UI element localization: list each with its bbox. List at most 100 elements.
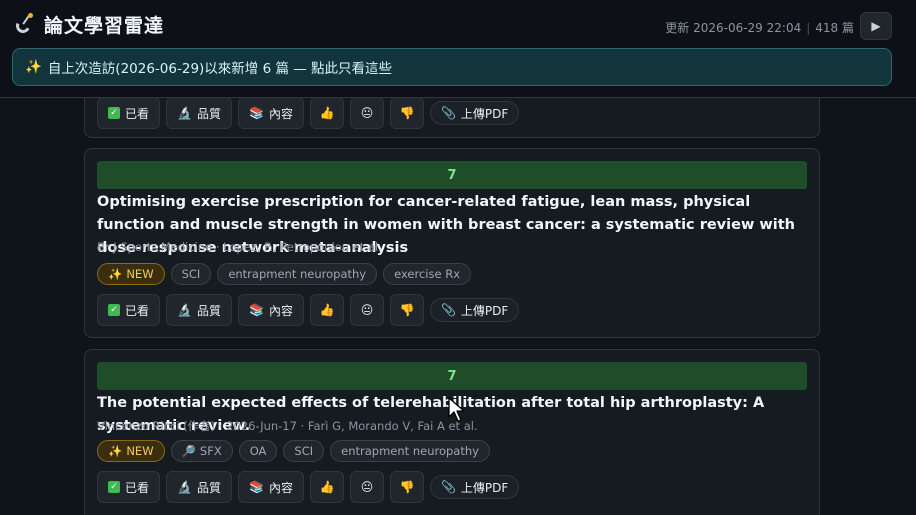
thumbs-up-button[interactable]: 👍 xyxy=(309,294,344,326)
tag-label: SCI xyxy=(181,267,201,281)
neutral-button[interactable]: 😐 xyxy=(349,97,384,129)
paper-authors: Br J Sports Medicine · Lopez, P., Petrop… xyxy=(97,240,382,254)
meta-divider: | xyxy=(806,20,811,35)
thumbs-up-icon: 👍 xyxy=(319,303,335,317)
tag[interactable]: SCI xyxy=(283,440,325,462)
magnifier-icon: 🔎 xyxy=(181,444,196,458)
check-icon: ✓ xyxy=(108,481,120,493)
neutral-button[interactable]: 😐 xyxy=(349,471,384,503)
tag-label: NEW xyxy=(126,267,154,281)
card-actions: ✓ 已看 🔬 品質 📚 內容 👍 😐 👎 📎 上傳PDF xyxy=(97,294,520,326)
books-icon: 📚 xyxy=(248,480,264,494)
seen-button[interactable]: ✓ 已看 xyxy=(97,294,161,326)
sparkles-icon: ✨ xyxy=(108,444,123,458)
upload-pdf-button[interactable]: 📎 上傳PDF xyxy=(429,101,520,125)
thumbs-down-button[interactable]: 👎 xyxy=(389,294,424,326)
brand: 論文學習雷達 xyxy=(14,11,164,37)
tag[interactable]: exercise Rx xyxy=(383,263,472,285)
sparkles-icon: ✨ xyxy=(108,267,123,281)
thumbs-down-icon: 👎 xyxy=(399,106,415,120)
thumbs-down-button[interactable]: 👎 xyxy=(389,97,424,129)
upload-pdf-label: 上傳PDF xyxy=(460,480,509,495)
card-actions: ✓ 已看 🔬 品質 📚 內容 👍 😐 👎 📎 上傳PDF xyxy=(97,471,520,503)
tag[interactable]: entrapment neuropathy xyxy=(217,263,378,285)
seen-button[interactable]: ✓ 已看 xyxy=(97,97,161,129)
content-label: 內容 xyxy=(268,480,293,495)
microscope-icon: 🔬 xyxy=(177,480,192,494)
check-icon: ✓ xyxy=(108,107,120,119)
tag-list: ✨ NEW SCI entrapment neuropathy exercise … xyxy=(97,263,472,285)
neutral-face-icon: 😐 xyxy=(360,303,374,317)
content-button[interactable]: 📚 內容 xyxy=(237,97,304,129)
paper-authors: Vincenzo Ricci (作者) · 2026-Jun-17 · Farì… xyxy=(97,419,478,433)
neutral-button[interactable]: 😐 xyxy=(349,294,384,326)
tag-label: exercise Rx xyxy=(394,267,461,281)
app-title: 論文學習雷達 xyxy=(44,14,165,37)
seen-button[interactable]: ✓ 已看 xyxy=(97,471,161,503)
upload-pdf-button[interactable]: 📎 上傳PDF xyxy=(429,475,520,499)
new-since-banner[interactable]: ✨ 自上次造訪(2026-06-29)以來新增 6 篇 — 點此只看這些 xyxy=(12,48,892,86)
banner-text: 自上次造訪(2026-06-29)以來新增 6 篇 — 點此只看這些 xyxy=(47,61,393,77)
content-label: 內容 xyxy=(268,106,293,121)
thumbs-down-button[interactable]: 👎 xyxy=(389,471,424,503)
satellite-dish-icon xyxy=(14,13,36,35)
tag-label: OA xyxy=(249,444,267,458)
new-tag: ✨ NEW xyxy=(97,440,165,462)
microscope-icon: 🔬 xyxy=(177,106,192,120)
tag-label: NEW xyxy=(126,444,154,458)
seen-label: 已看 xyxy=(125,480,150,495)
books-icon: 📚 xyxy=(248,303,264,317)
paper-card: 7 Optimising exercise prescription for c… xyxy=(84,148,820,338)
app-header: 論文學習雷達 更新 2026-06-29 22:04 | 418 篇 ▶ ✨ 自… xyxy=(0,0,916,98)
paperclip-icon: 📎 xyxy=(440,480,456,494)
tag[interactable]: entrapment neuropathy xyxy=(330,440,490,462)
upload-pdf-label: 上傳PDF xyxy=(460,106,509,121)
quality-label: 品質 xyxy=(196,480,221,495)
score-bar: 7 xyxy=(97,362,807,390)
upload-pdf-button[interactable]: 📎 上傳PDF xyxy=(429,298,520,322)
tag[interactable]: SCI xyxy=(170,263,212,285)
quality-label: 品質 xyxy=(196,106,221,121)
upload-pdf-label: 上傳PDF xyxy=(460,303,509,318)
books-icon: 📚 xyxy=(248,106,264,120)
tag-label: entrapment neuropathy xyxy=(228,267,367,281)
tag[interactable]: OA xyxy=(238,440,278,462)
quality-label: 品質 xyxy=(196,303,221,318)
thumbs-down-icon: 👎 xyxy=(399,303,415,317)
content-label: 內容 xyxy=(268,303,293,318)
thumbs-up-icon: 👍 xyxy=(319,106,335,120)
tag-label: SCI xyxy=(294,444,314,458)
last-updated: 更新 2026-06-29 22:04 xyxy=(665,21,802,35)
score-bar: 7 xyxy=(97,161,807,189)
seen-label: 已看 xyxy=(125,303,150,318)
content-button[interactable]: 📚 內容 xyxy=(237,294,304,326)
tag-label: SFX xyxy=(199,444,222,458)
microscope-icon: 🔬 xyxy=(177,303,192,317)
content-button[interactable]: 📚 內容 xyxy=(237,471,304,503)
score-value: 7 xyxy=(447,368,457,384)
paperclip-icon: 📎 xyxy=(440,106,456,120)
score-value: 7 xyxy=(447,167,457,183)
thumbs-up-button[interactable]: 👍 xyxy=(309,97,344,129)
paperclip-icon: 📎 xyxy=(440,303,456,317)
new-tag: ✨ NEW xyxy=(97,263,165,285)
quality-button[interactable]: 🔬 品質 xyxy=(166,294,232,326)
paper-count: 418 篇 xyxy=(815,21,854,35)
tag[interactable]: 🔎 SFX xyxy=(170,440,233,462)
mouse-cursor-icon xyxy=(448,397,465,422)
card-actions: ✓ 已看 🔬 品質 📚 內容 👍 😐 👎 📎 上傳PDF xyxy=(97,97,520,129)
neutral-face-icon: 😐 xyxy=(360,480,374,494)
quality-button[interactable]: 🔬 品質 xyxy=(166,471,232,503)
tag-label: entrapment neuropathy xyxy=(341,444,479,458)
paper-card: 7 The potential expected effects of tele… xyxy=(84,349,820,515)
check-icon: ✓ xyxy=(108,304,120,316)
quality-button[interactable]: 🔬 品質 xyxy=(166,97,232,129)
thumbs-down-icon: 👎 xyxy=(399,480,415,494)
seen-label: 已看 xyxy=(125,106,150,121)
tag-list: ✨ NEW 🔎 SFX OA SCI entrapment neuropathy xyxy=(97,440,490,462)
play-button[interactable]: ▶ xyxy=(860,12,892,40)
neutral-face-icon: 😐 xyxy=(360,106,374,120)
thumbs-up-icon: 👍 xyxy=(319,480,335,494)
thumbs-up-button[interactable]: 👍 xyxy=(309,471,344,503)
sparkles-icon: ✨ xyxy=(25,59,42,75)
